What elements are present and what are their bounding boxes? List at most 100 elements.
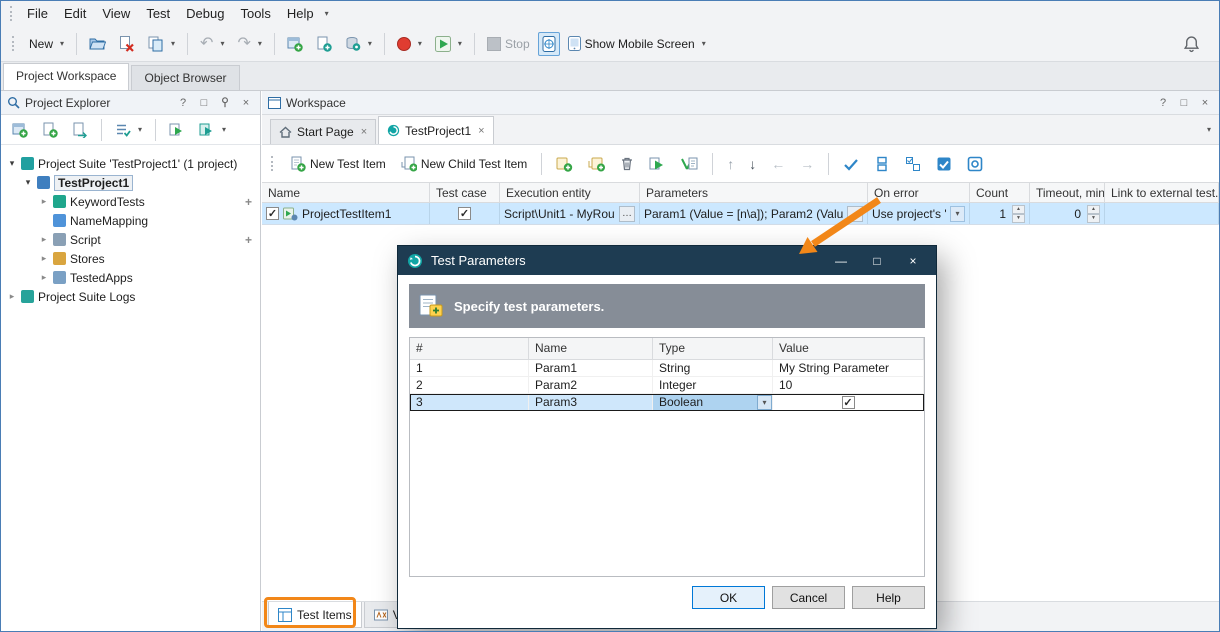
- record-button[interactable]: [392, 33, 427, 55]
- close-document-button[interactable]: [114, 32, 140, 56]
- expander-icon[interactable]: [39, 272, 49, 283]
- add-existing-item-button[interactable]: [311, 32, 337, 56]
- panel-maximize-button[interactable]: □: [196, 95, 212, 111]
- help-button[interactable]: Help: [852, 586, 925, 609]
- column-header-number[interactable]: #: [410, 338, 529, 359]
- param-name[interactable]: Param2: [529, 377, 653, 393]
- column-header-name[interactable]: Name: [262, 183, 430, 202]
- menu-file[interactable]: File: [19, 2, 56, 25]
- mobile-screen-toggle-button[interactable]: [538, 32, 560, 56]
- add-script-button[interactable]: +: [245, 233, 252, 247]
- menu-edit[interactable]: Edit: [56, 2, 94, 25]
- tree-item-testedapps[interactable]: TestedApps: [1, 268, 260, 287]
- new-test-item-button[interactable]: New Test Item: [285, 152, 391, 176]
- checked-state-button[interactable]: [931, 152, 957, 176]
- run-focused-item-button[interactable]: [675, 152, 703, 176]
- tree-item-project-suite-logs[interactable]: Project Suite Logs: [1, 287, 260, 306]
- database-options-button[interactable]: [340, 32, 377, 56]
- run-project-suite-button[interactable]: [194, 118, 231, 142]
- menu-test[interactable]: Test: [138, 2, 178, 25]
- cancel-button[interactable]: Cancel: [772, 586, 845, 609]
- dialog-maximize-button[interactable]: □: [863, 251, 891, 271]
- expander-icon[interactable]: [23, 177, 33, 188]
- boolean-value-checkbox[interactable]: [842, 396, 855, 409]
- cell-link-external[interactable]: [1105, 203, 1219, 224]
- column-header-count[interactable]: Count: [970, 183, 1030, 202]
- menu-help[interactable]: Help: [279, 2, 322, 25]
- tab-test-items[interactable]: Test Items: [268, 602, 362, 628]
- panel-help-button[interactable]: ?: [1155, 95, 1171, 111]
- tab-start-page[interactable]: Start Page ×: [270, 119, 376, 144]
- add-child-test-item-button[interactable]: [583, 152, 610, 176]
- dialog-minimize-button[interactable]: —: [827, 251, 855, 271]
- column-header-on-error[interactable]: On error: [868, 183, 970, 202]
- add-keywordtest-button[interactable]: +: [245, 195, 252, 209]
- cell-timeout[interactable]: 0 ▲▼: [1030, 203, 1105, 224]
- save-all-button[interactable]: [143, 32, 180, 56]
- run-selected-item-button[interactable]: [644, 152, 670, 176]
- show-mobile-screen-button[interactable]: Show Mobile Screen: [563, 32, 711, 55]
- column-header-execution-entity[interactable]: Execution entity: [500, 183, 640, 202]
- panel-close-button[interactable]: ×: [238, 95, 254, 111]
- column-header-type[interactable]: Type: [653, 338, 773, 359]
- cell-on-error[interactable]: Use project's '...: [868, 203, 970, 224]
- menu-view[interactable]: View: [94, 2, 138, 25]
- move-left-button[interactable]: ←: [766, 152, 790, 176]
- column-header-timeout[interactable]: Timeout, min: [1030, 183, 1105, 202]
- move-up-button[interactable]: ↑: [722, 152, 739, 176]
- param-type-combo[interactable]: Boolean: [653, 394, 773, 410]
- organize-items-button[interactable]: [110, 118, 147, 142]
- expander-icon[interactable]: [39, 196, 49, 207]
- disable-all-items-button[interactable]: [869, 152, 895, 176]
- tree-item-keywordtests[interactable]: KeywordTests +: [1, 192, 260, 211]
- run-project-button[interactable]: [164, 118, 190, 142]
- tab-close-button[interactable]: ×: [361, 126, 367, 138]
- param-name[interactable]: Param3: [529, 394, 653, 410]
- menu-overflow-caret-icon[interactable]: [325, 9, 329, 18]
- ok-button[interactable]: OK: [692, 586, 765, 609]
- expander-icon[interactable]: [7, 291, 17, 302]
- edit-parameters-button[interactable]: …: [847, 206, 863, 222]
- tab-project-workspace[interactable]: Project Workspace: [3, 63, 129, 90]
- delete-test-item-button[interactable]: [615, 152, 639, 175]
- tab-object-browser[interactable]: Object Browser: [131, 65, 239, 90]
- cell-parameters[interactable]: Param1 (Value = [n\a]); Param2 (Valu... …: [640, 203, 868, 224]
- tree-item-script[interactable]: Script +: [1, 230, 260, 249]
- open-button[interactable]: [84, 32, 111, 55]
- timeout-stepper[interactable]: ▲▼: [1087, 205, 1100, 223]
- cell-name[interactable]: ProjectTestItem1: [262, 203, 430, 224]
- tree-item-namemapping[interactable]: NameMapping: [1, 211, 260, 230]
- cell-execution-entity[interactable]: Script\Unit1 - MyRoutine …: [500, 203, 640, 224]
- menu-debug[interactable]: Debug: [178, 2, 232, 25]
- param-value[interactable]: My String Parameter: [773, 360, 924, 376]
- generate-item-button[interactable]: [7, 118, 33, 142]
- on-error-dropdown-button[interactable]: [950, 206, 965, 222]
- tree-item-testproject1[interactable]: TestProject1: [1, 173, 260, 192]
- panel-help-button[interactable]: ?: [175, 95, 191, 111]
- menu-tools[interactable]: Tools: [232, 2, 278, 25]
- column-header-test-case[interactable]: Test case: [430, 183, 500, 202]
- param-type[interactable]: Integer: [653, 377, 773, 393]
- tab-list-caret-icon[interactable]: [1207, 125, 1211, 134]
- add-test-item-button[interactable]: [551, 152, 578, 176]
- check-child-items-button[interactable]: [900, 152, 926, 176]
- expander-icon[interactable]: [7, 158, 17, 169]
- panel-close-button[interactable]: ×: [1197, 95, 1213, 111]
- column-header-link-external[interactable]: Link to external test...: [1105, 183, 1219, 202]
- run-button[interactable]: [430, 32, 467, 56]
- move-right-button[interactable]: →: [795, 152, 819, 176]
- param-value-boolean[interactable]: [773, 394, 924, 410]
- param-name[interactable]: Param1: [529, 360, 653, 376]
- item-enabled-checkbox[interactable]: [266, 207, 279, 220]
- enable-all-items-button[interactable]: [838, 152, 864, 176]
- undo-button[interactable]: [195, 33, 229, 55]
- parameter-row[interactable]: 2 Param2 Integer 10: [410, 377, 924, 394]
- parameter-row-selected[interactable]: 3 Param3 Boolean: [410, 394, 924, 411]
- panel-pin-button[interactable]: [217, 95, 233, 111]
- tab-close-button[interactable]: ×: [478, 125, 484, 137]
- panel-maximize-button[interactable]: □: [1176, 95, 1192, 111]
- type-dropdown-button[interactable]: [757, 395, 772, 410]
- stop-button[interactable]: Stop: [482, 33, 535, 55]
- param-type[interactable]: String: [653, 360, 773, 376]
- notifications-button[interactable]: [1178, 31, 1205, 57]
